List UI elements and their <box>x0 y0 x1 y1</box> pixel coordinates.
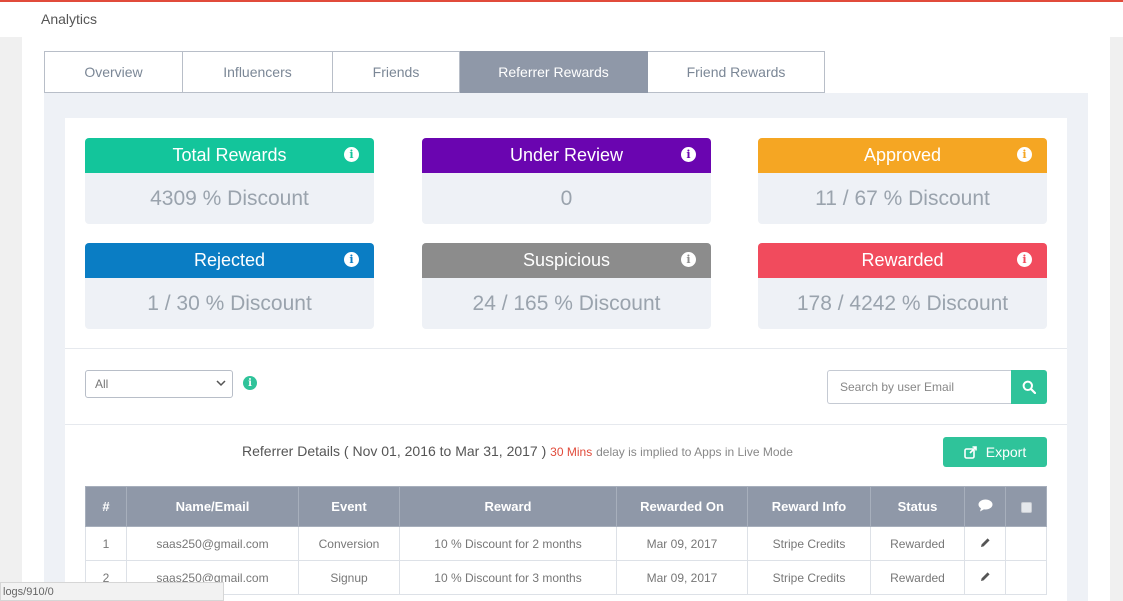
table-row: 1 saas250@gmail.com Conversion 10 % Disc… <box>85 526 1047 561</box>
card-header: Total Rewards i <box>85 138 374 173</box>
row-status: Rewarded <box>870 560 965 595</box>
card-value: 1 / 30 % Discount <box>147 291 312 315</box>
chevron-down-icon <box>216 380 226 387</box>
card-header: Under Review i <box>422 138 711 173</box>
info-icon[interactable]: i <box>681 147 696 162</box>
row-reward-info: Stripe Credits <box>747 526 871 561</box>
column-header[interactable]: Event <box>298 486 400 527</box>
card-value: 178 / 4242 % Discount <box>796 291 1009 315</box>
delay-note: delay is implied to Apps in Live Mode <box>596 445 793 459</box>
row-index: 1 <box>85 526 127 561</box>
info-icon[interactable]: i <box>243 376 257 390</box>
info-icon[interactable]: i <box>344 252 359 267</box>
top-bar: Analytics <box>0 0 1123 37</box>
card-title: Under Review <box>509 145 624 165</box>
card-header: Rejected i <box>85 243 374 278</box>
row-status: Rewarded <box>870 526 965 561</box>
card-rejected: Rejected i 1 / 30 % Discount <box>85 243 374 329</box>
row-select-cell[interactable] <box>1005 560 1047 595</box>
edit-cell <box>964 526 1006 561</box>
referrer-details-line: Referrer Details ( Nov 01, 2016 to Mar 3… <box>242 443 793 459</box>
row-event: Conversion <box>298 526 400 561</box>
divider <box>65 424 1067 425</box>
row-event: Signup <box>298 560 400 595</box>
date-range: Nov 01, 2016 to Mar 31, 2017 <box>352 443 538 459</box>
card-value: 4309 % Discount <box>150 186 309 210</box>
search-icon <box>1022 380 1036 394</box>
column-header[interactable]: Reward Info <box>747 486 871 527</box>
column-header[interactable]: Name/Email <box>126 486 299 527</box>
delay-value: 30 Mins <box>550 445 593 459</box>
search-input[interactable]: Search by user Email <box>827 370 1011 404</box>
column-header[interactable]: Rewarded On <box>616 486 748 527</box>
info-icon[interactable]: i <box>344 147 359 162</box>
row-reward: 10 % Discount for 3 months <box>399 560 617 595</box>
edit-cell <box>964 560 1006 595</box>
tab-friends[interactable]: Friends <box>333 51 460 93</box>
table-row: 2 saas250@gmail.com Signup 10 % Discount… <box>85 560 1047 595</box>
search-placeholder: Search by user Email <box>840 380 955 394</box>
info-icon[interactable]: i <box>1017 147 1032 162</box>
tab-influencers[interactable]: Influencers <box>183 51 333 93</box>
row-rewarded-on: Mar 09, 2017 <box>616 526 748 561</box>
search-button[interactable] <box>1011 370 1047 404</box>
row-reward: 10 % Discount for 2 months <box>399 526 617 561</box>
export-label: Export <box>985 444 1027 460</box>
info-icon[interactable]: i <box>1017 252 1032 267</box>
card-title: Total Rewards <box>172 145 287 165</box>
details-open-paren: ( <box>343 443 349 459</box>
export-button[interactable]: Export <box>943 437 1047 467</box>
pencil-icon[interactable] <box>980 571 991 582</box>
card-value: 0 <box>560 186 573 210</box>
card-title: Rejected <box>193 250 266 270</box>
card-suspicious: Suspicious i 24 / 165 % Discount <box>422 243 711 329</box>
card-title: Suspicious <box>522 250 611 270</box>
tab-referrer-rewards[interactable]: Referrer Rewards <box>460 51 648 99</box>
referrer-table: # Name/Email Event Reward Rewarded On Re… <box>85 486 1047 595</box>
card-value: 11 / 67 % Discount <box>815 186 990 210</box>
comment-column-header <box>964 486 1006 527</box>
card-approved: Approved i 11 / 67 % Discount <box>758 138 1047 224</box>
row-email: saas250@gmail.com <box>126 526 299 561</box>
tab-friend-rewards[interactable]: Friend Rewards <box>648 51 825 93</box>
comment-icon <box>978 499 992 511</box>
card-value: 24 / 165 % Discount <box>472 291 661 315</box>
row-select-cell[interactable] <box>1005 526 1047 561</box>
details-label: Referrer Details <box>242 443 341 459</box>
column-header[interactable]: Reward <box>399 486 617 527</box>
details-close-paren: ) <box>541 443 547 459</box>
filter-selected-value: All <box>95 377 109 391</box>
share-icon <box>963 445 977 459</box>
info-icon[interactable]: i <box>681 252 696 267</box>
divider <box>65 348 1067 349</box>
card-header: Approved i <box>758 138 1047 173</box>
tab-bar: Overview Influencers Friends Referrer Re… <box>44 51 825 99</box>
card-total-rewards: Total Rewards i 4309 % Discount <box>85 138 374 224</box>
card-rewarded: Rewarded i 178 / 4242 % Discount <box>758 243 1047 329</box>
card-title: Approved <box>863 145 942 165</box>
row-reward-info: Stripe Credits <box>747 560 871 595</box>
page-title: Analytics <box>41 11 98 27</box>
card-title: Rewarded <box>861 250 944 270</box>
select-all-column-header[interactable] <box>1005 486 1047 527</box>
status-bar-url: logs/910/0 <box>0 582 224 601</box>
card-header: Suspicious i <box>422 243 711 278</box>
pencil-icon[interactable] <box>980 537 991 548</box>
row-rewarded-on: Mar 09, 2017 <box>616 560 748 595</box>
card-header: Rewarded i <box>758 243 1047 278</box>
table-header-row: # Name/Email Event Reward Rewarded On Re… <box>85 486 1047 527</box>
select-all-checkbox[interactable] <box>1020 502 1032 514</box>
tab-overview[interactable]: Overview <box>44 51 183 93</box>
column-header[interactable]: Status <box>870 486 965 527</box>
card-under-review: Under Review i 0 <box>422 138 711 224</box>
status-filter-select[interactable]: All <box>85 370 233 398</box>
column-header: # <box>85 486 127 527</box>
